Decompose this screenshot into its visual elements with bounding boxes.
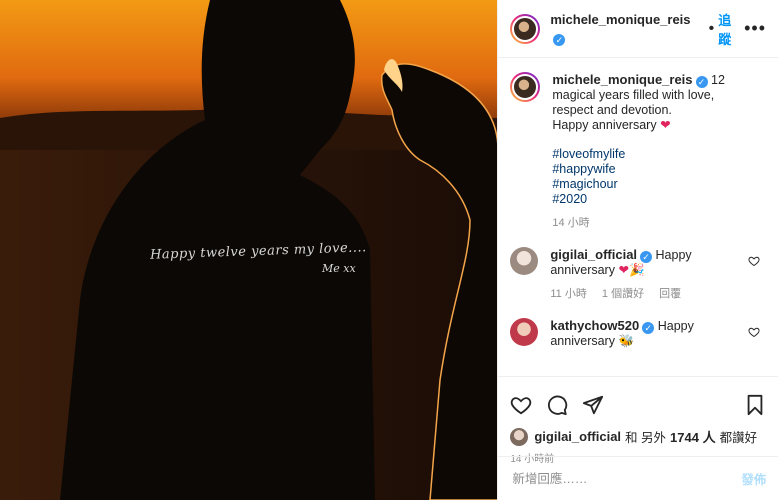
- instagram-post: Happy twelve years my love.... Me xx mic…: [0, 0, 778, 500]
- likes-count[interactable]: 1744 人: [670, 427, 716, 446]
- add-comment-bar: 發佈: [498, 456, 778, 500]
- liker-username[interactable]: gigilai_official: [534, 429, 621, 444]
- heart-emoji-icon: ❤: [660, 118, 671, 132]
- caption-body: michele_monique_reis ✓ 12 magical years f…: [552, 72, 742, 231]
- reply-button[interactable]: 回覆: [659, 288, 681, 300]
- avatar[interactable]: [510, 72, 541, 102]
- caption-username[interactable]: michele_monique_reis: [552, 72, 692, 87]
- verified-icon: ✓: [640, 251, 653, 263]
- hashtag[interactable]: #magichour: [552, 177, 742, 192]
- hashtag[interactable]: #loveofmylife: [552, 147, 742, 162]
- bee-emoji-icon: 🐝: [618, 334, 635, 348]
- follow-button[interactable]: 追蹤: [718, 10, 744, 48]
- comment-bubble-icon[interactable]: [546, 394, 568, 416]
- liker-avatar[interactable]: [510, 427, 529, 446]
- caption-time[interactable]: 14 小時: [552, 217, 589, 229]
- party-popper-emoji-icon: 🎉: [628, 263, 645, 277]
- verified-icon: ✓: [553, 33, 566, 46]
- share-paper-plane-icon[interactable]: [582, 394, 604, 416]
- avatar[interactable]: [510, 13, 541, 44]
- likes-summary: gigilai_official 和 另外 1744 人 都讚好: [498, 423, 778, 446]
- verified-icon: ✓: [695, 76, 708, 88]
- verified-icon: ✓: [642, 322, 655, 334]
- comment-username[interactable]: kathychow520: [550, 318, 639, 333]
- post-comment-button[interactable]: 發佈: [741, 469, 766, 488]
- post-sidebar: michele_monique_reis✓ • 追蹤 ••• michele_m…: [497, 0, 778, 500]
- post-header: michele_monique_reis✓ • 追蹤 •••: [498, 0, 778, 58]
- post-photo[interactable]: Happy twelve years my love.... Me xx: [0, 0, 498, 500]
- hashtag[interactable]: #2020: [552, 192, 742, 207]
- photo-overlay-signature: Me xx: [322, 262, 356, 275]
- comment-item: kathychow520 ✓ Happy anniversary 🐝: [510, 318, 766, 349]
- comment-item: gigilai_official ✓ Happy anniversary ❤🎉 1…: [510, 247, 766, 302]
- likes-middle-text: 和 另外: [625, 431, 667, 445]
- caption-text-line2: Happy anniversary: [552, 118, 657, 132]
- like-comment-heart-icon[interactable]: [748, 255, 760, 267]
- like-heart-icon[interactable]: [510, 394, 532, 416]
- comment-meta: 11 小時 1 個讚好 回覆: [550, 287, 740, 302]
- bookmark-icon[interactable]: [744, 394, 766, 416]
- header-username[interactable]: michele_monique_reis✓: [550, 11, 704, 47]
- separator-dot: •: [708, 19, 715, 37]
- comment-time[interactable]: 11 小時: [550, 288, 586, 300]
- likes-tail-text: 都讚好: [719, 431, 758, 445]
- caption-meta: 14 小時: [552, 216, 742, 231]
- hashtag[interactable]: #happywife: [552, 162, 742, 177]
- comment-body: gigilai_official ✓ Happy anniversary ❤🎉 1…: [550, 247, 740, 302]
- like-comment-heart-icon[interactable]: [748, 326, 760, 338]
- action-bar: [498, 376, 778, 423]
- comment-likes[interactable]: 1 個讚好: [602, 288, 644, 300]
- more-options-icon[interactable]: •••: [744, 18, 766, 39]
- avatar[interactable]: [510, 247, 539, 275]
- avatar[interactable]: [510, 318, 539, 346]
- comment-input[interactable]: [510, 470, 742, 487]
- heart-emoji-icon: ❤: [618, 263, 629, 277]
- comment-body: kathychow520 ✓ Happy anniversary 🐝: [550, 318, 740, 349]
- caption: michele_monique_reis ✓ 12 magical years f…: [510, 72, 766, 231]
- comment-username[interactable]: gigilai_official: [550, 247, 637, 262]
- comments-list: michele_monique_reis ✓ 12 magical years f…: [498, 58, 778, 376]
